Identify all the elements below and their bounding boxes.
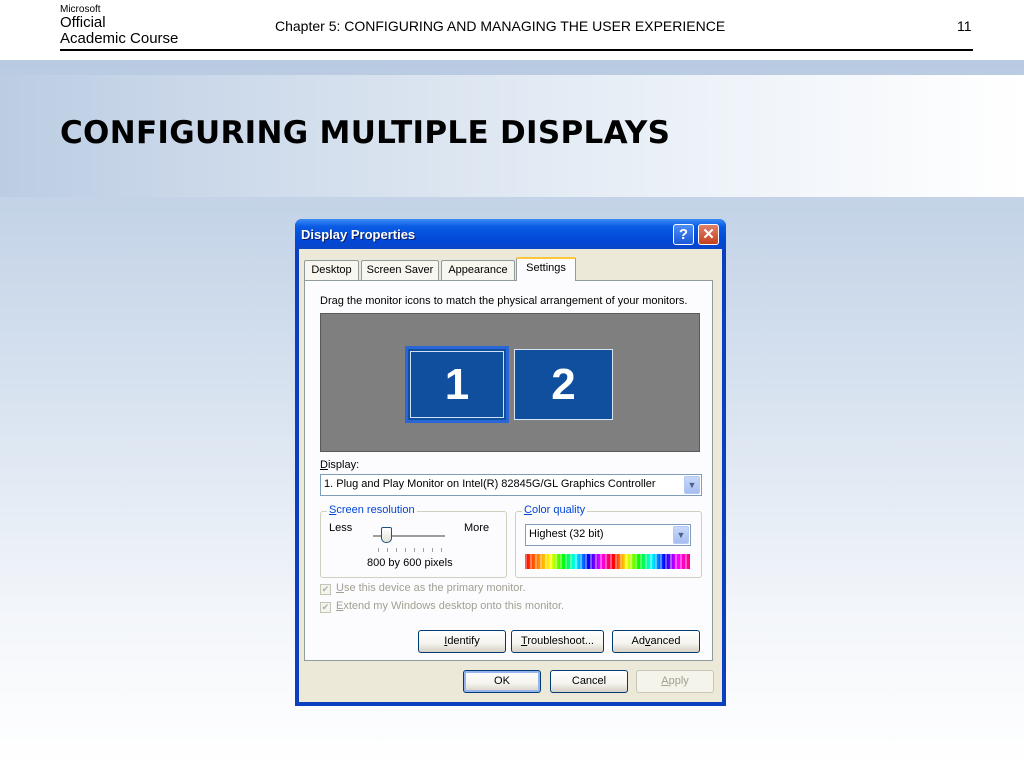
display-label: Display: bbox=[320, 459, 359, 471]
page-number: 11 bbox=[957, 18, 972, 34]
cancel-button[interactable]: Cancel bbox=[550, 670, 628, 693]
primary-monitor-key: U bbox=[336, 582, 344, 594]
monitor-1-selection-frame bbox=[410, 351, 504, 418]
monitor-2-icon[interactable]: 2 bbox=[514, 349, 613, 420]
dialog-titlebar[interactable]: Display Properties ? ✕ bbox=[295, 219, 726, 249]
tab-screen-saver[interactable]: Screen Saver bbox=[361, 260, 439, 280]
advanced-label-rest: anced bbox=[650, 635, 681, 647]
ok-button[interactable]: OK bbox=[463, 670, 541, 693]
apply-button[interactable]: Apply bbox=[636, 670, 714, 693]
header-divider bbox=[60, 49, 973, 51]
tab-desktop[interactable]: Desktop bbox=[304, 260, 359, 280]
help-button[interactable]: ? bbox=[673, 224, 694, 245]
color-quality-group: Color quality Highest (32 bit) ▼ bbox=[515, 504, 702, 578]
chapter-heading: Chapter 5: CONFIGURING AND MANAGING THE … bbox=[275, 18, 726, 34]
advanced-button[interactable]: Advanced bbox=[612, 630, 700, 653]
monitor-1-icon[interactable]: 1 bbox=[405, 346, 509, 423]
color-quality-label-rest: olor quality bbox=[531, 504, 586, 516]
resolution-value: 800 by 600 pixels bbox=[367, 557, 453, 569]
color-quality-value: Highest (32 bit) bbox=[529, 528, 604, 540]
color-quality-label: Color quality bbox=[522, 504, 588, 516]
chevron-down-icon[interactable]: ▼ bbox=[673, 526, 689, 544]
color-quality-select[interactable]: Highest (32 bit) ▼ bbox=[525, 524, 691, 546]
resolution-slider-thumb[interactable] bbox=[381, 527, 392, 543]
color-quality-key: C bbox=[524, 504, 532, 516]
dialog-client-area: Desktop Screen Saver Appearance Settings… bbox=[299, 249, 722, 702]
troubleshoot-label-rest: roubleshoot... bbox=[527, 635, 594, 647]
chevron-down-icon[interactable]: ▼ bbox=[684, 476, 700, 494]
microsoft-official-academic-course-logo: Microsoft Official Academic Course bbox=[60, 4, 178, 47]
extend-desktop-checkbox[interactable]: ✔ bbox=[320, 602, 331, 613]
troubleshoot-button[interactable]: Troubleshoot... bbox=[511, 630, 604, 653]
logo-line-2: Academic Course bbox=[60, 30, 179, 47]
primary-monitor-label: Use this device as the primary monitor. bbox=[336, 582, 526, 594]
tab-appearance[interactable]: Appearance bbox=[441, 260, 515, 280]
resolution-slider-ticks bbox=[378, 548, 444, 552]
color-spectrum-bar bbox=[525, 554, 690, 569]
monitor-instruction: Drag the monitor icons to match the phys… bbox=[320, 295, 688, 307]
resolution-more-label: More bbox=[464, 522, 490, 534]
slide-title: CONFIGURING MULTIPLE DISPLAYS bbox=[60, 115, 671, 151]
apply-label-rest: pply bbox=[668, 675, 689, 687]
extend-desktop-label-rest: xtend my Windows desktop onto this monit… bbox=[343, 600, 565, 612]
logo-line-1: Official bbox=[60, 14, 106, 31]
help-icon: ? bbox=[678, 226, 689, 243]
screen-resolution-group: Screen resolution Less More 800 by 600 p… bbox=[320, 504, 507, 578]
settings-panel: Drag the monitor icons to match the phys… bbox=[304, 280, 713, 661]
advanced-label-pre: Ad bbox=[631, 635, 645, 647]
display-label-key: D bbox=[320, 459, 328, 471]
display-select[interactable]: 1. Plug and Play Monitor on Intel(R) 828… bbox=[320, 474, 702, 496]
monitor-2-number: 2 bbox=[551, 360, 576, 409]
screen-resolution-label: Screen resolution bbox=[327, 504, 417, 516]
display-properties-dialog: Display Properties ? ✕ Desktop Screen Sa… bbox=[295, 219, 726, 706]
primary-monitor-checkbox[interactable]: ✔ bbox=[320, 584, 331, 595]
primary-monitor-label-rest: se this device as the primary monitor. bbox=[343, 582, 526, 594]
screen-resolution-label-rest: creen resolution bbox=[336, 504, 415, 516]
apply-key: A bbox=[661, 675, 669, 687]
monitor-arrangement-area: 1 2 bbox=[320, 313, 700, 452]
resolution-less-label: Less bbox=[329, 522, 353, 534]
display-label-rest: isplay: bbox=[327, 459, 360, 471]
identify-label-rest: dentify bbox=[447, 635, 480, 647]
close-icon: ✕ bbox=[702, 226, 715, 243]
dialog-title: Display Properties bbox=[301, 227, 416, 242]
display-select-value: 1. Plug and Play Monitor on Intel(R) 828… bbox=[324, 478, 656, 490]
extend-desktop-label: Extend my Windows desktop onto this moni… bbox=[336, 600, 564, 612]
identify-button[interactable]: Identify bbox=[418, 630, 506, 653]
close-button[interactable]: ✕ bbox=[698, 224, 719, 245]
tab-settings[interactable]: Settings bbox=[516, 257, 576, 281]
